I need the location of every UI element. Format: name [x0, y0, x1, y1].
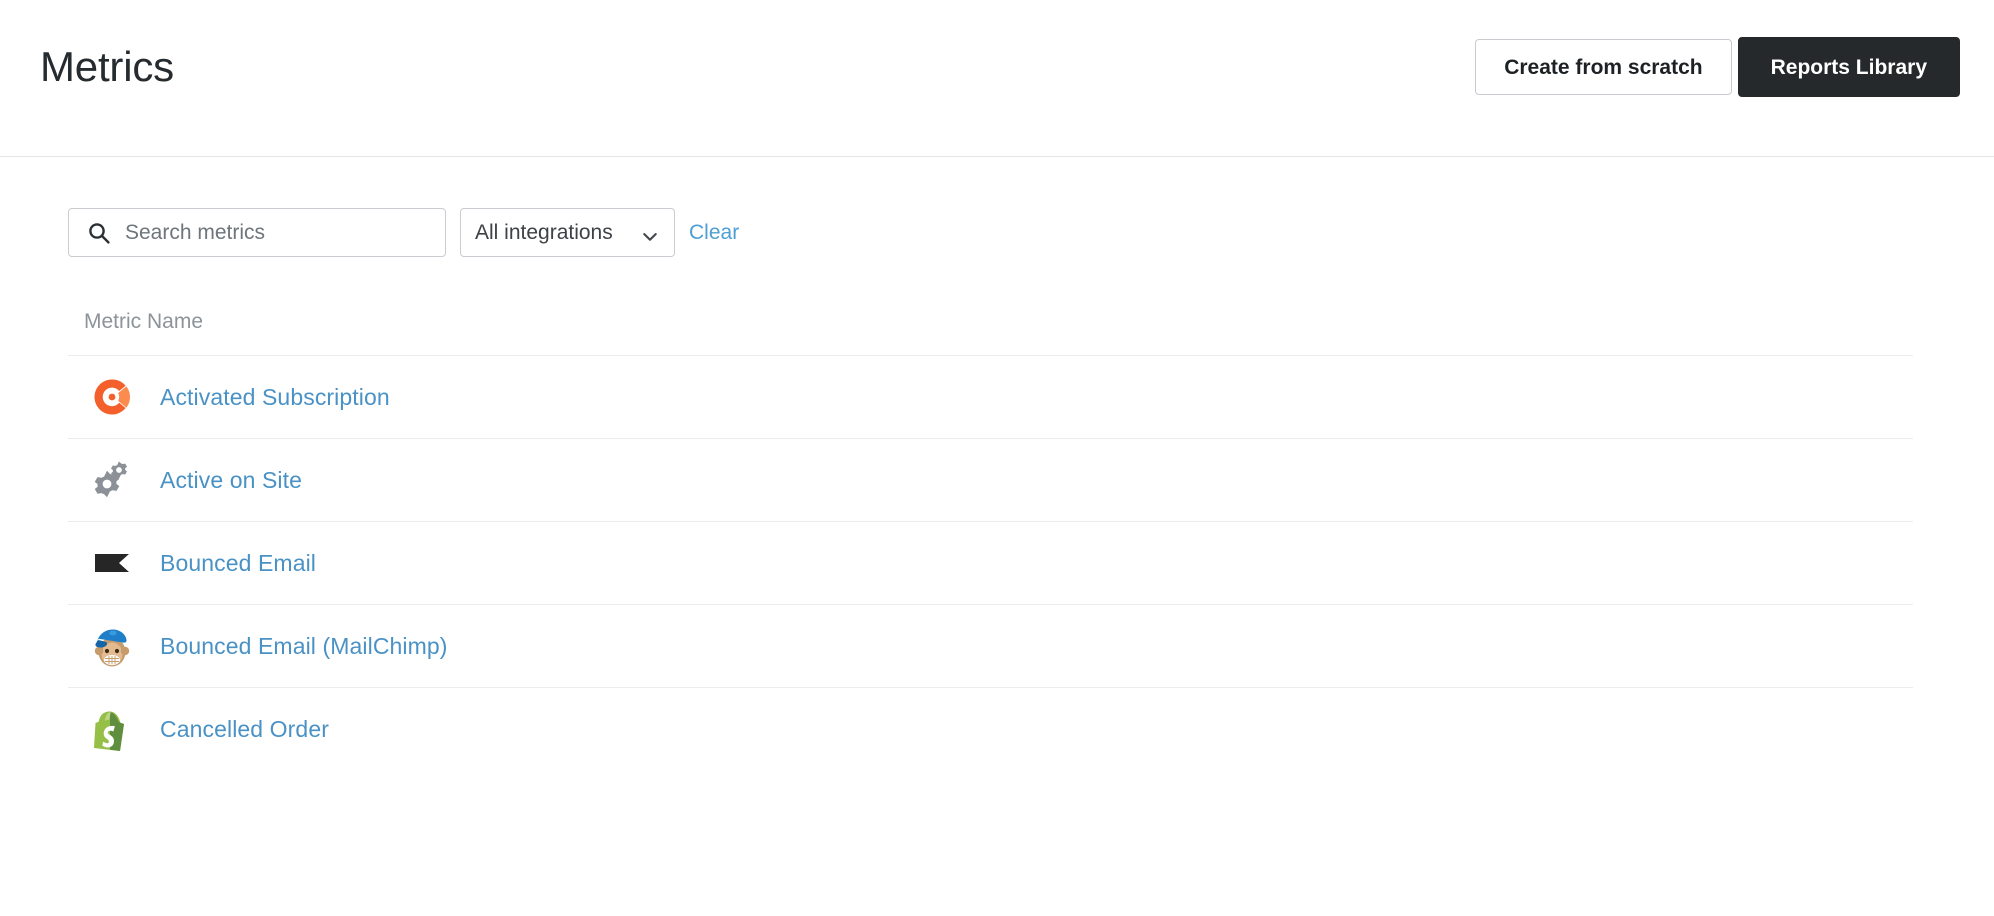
column-header-metric-name: Metric Name [84, 310, 204, 333]
metric-link[interactable]: Cancelled Order [160, 716, 329, 743]
gears-icon [84, 452, 140, 508]
integration-filter-select[interactable]: All integrations [460, 208, 675, 257]
search-input[interactable] [68, 208, 446, 257]
content-area: All integrations Clear Metric Name [0, 157, 1994, 770]
table-header-row: Metric Name [68, 257, 1913, 355]
table-row[interactable]: Cancelled Order [68, 687, 1913, 770]
chargify-c-icon [84, 369, 140, 425]
create-from-scratch-button[interactable]: Create from scratch [1475, 39, 1732, 95]
filter-bar: All integrations Clear [40, 157, 1954, 257]
table-row[interactable]: Bounced Email [68, 521, 1913, 604]
shopify-bag-icon [84, 701, 140, 757]
metric-link[interactable]: Bounced Email [160, 550, 316, 577]
clear-filters-link[interactable]: Clear [689, 222, 739, 243]
metrics-table: Metric Name Activated Subscription Activ… [68, 257, 1913, 770]
search-field-wrapper [68, 208, 446, 257]
page-header: Metrics Create from scratch Reports Libr… [0, 0, 1994, 157]
integration-filter-wrapper: All integrations [460, 208, 675, 257]
header-actions: Create from scratch Reports Library [1475, 37, 1960, 119]
mailchimp-monkey-icon [84, 618, 140, 674]
metric-link[interactable]: Bounced Email (MailChimp) [160, 633, 448, 660]
table-row[interactable]: Bounced Email (MailChimp) [68, 604, 1913, 687]
page-title: Metrics [40, 43, 174, 90]
table-row[interactable]: Active on Site [68, 438, 1913, 521]
metric-link[interactable]: Activated Subscription [160, 384, 390, 411]
table-row[interactable]: Activated Subscription [68, 355, 1913, 438]
klaviyo-flag-icon [84, 535, 140, 591]
metric-link[interactable]: Active on Site [160, 467, 302, 494]
reports-library-button[interactable]: Reports Library [1737, 37, 1960, 97]
